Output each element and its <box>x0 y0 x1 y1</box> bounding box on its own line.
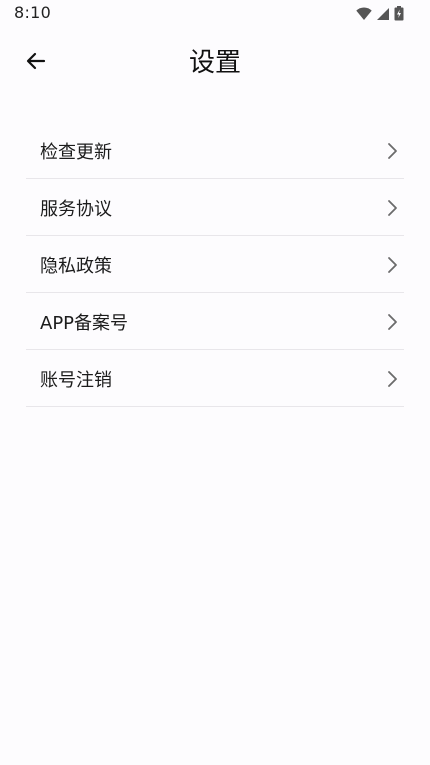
chevron-right-icon <box>382 255 402 275</box>
settings-item-service-agreement[interactable]: 服务协议 <box>26 180 404 236</box>
settings-item-check-update[interactable]: 检查更新 <box>26 123 404 179</box>
settings-item-label: APP备案号 <box>40 312 129 334</box>
header: 设置 <box>0 40 430 86</box>
page-title: 设置 <box>188 48 241 78</box>
settings-list: 检查更新 服务协议 隐私政策 APP备案号 账号注销 <box>26 123 404 407</box>
settings-item-label: 隐私政策 <box>40 255 112 277</box>
battery-icon <box>394 6 404 21</box>
wifi-icon <box>356 6 372 21</box>
settings-item-label: 账号注销 <box>40 369 112 391</box>
chevron-right-icon <box>382 198 402 218</box>
settings-item-label: 服务协议 <box>40 198 112 220</box>
settings-item-app-filing-number[interactable]: APP备案号 <box>26 294 404 350</box>
cellular-signal-icon <box>376 7 390 21</box>
settings-item-privacy-policy[interactable]: 隐私政策 <box>26 237 404 293</box>
status-icons <box>356 6 404 21</box>
chevron-right-icon <box>382 369 402 389</box>
status-time: 8:10 <box>14 3 52 22</box>
settings-item-label: 检查更新 <box>40 141 112 163</box>
chevron-right-icon <box>382 141 402 161</box>
settings-item-account-deletion[interactable]: 账号注销 <box>26 351 404 407</box>
status-bar: 8:10 <box>0 0 430 28</box>
chevron-right-icon <box>382 312 402 332</box>
